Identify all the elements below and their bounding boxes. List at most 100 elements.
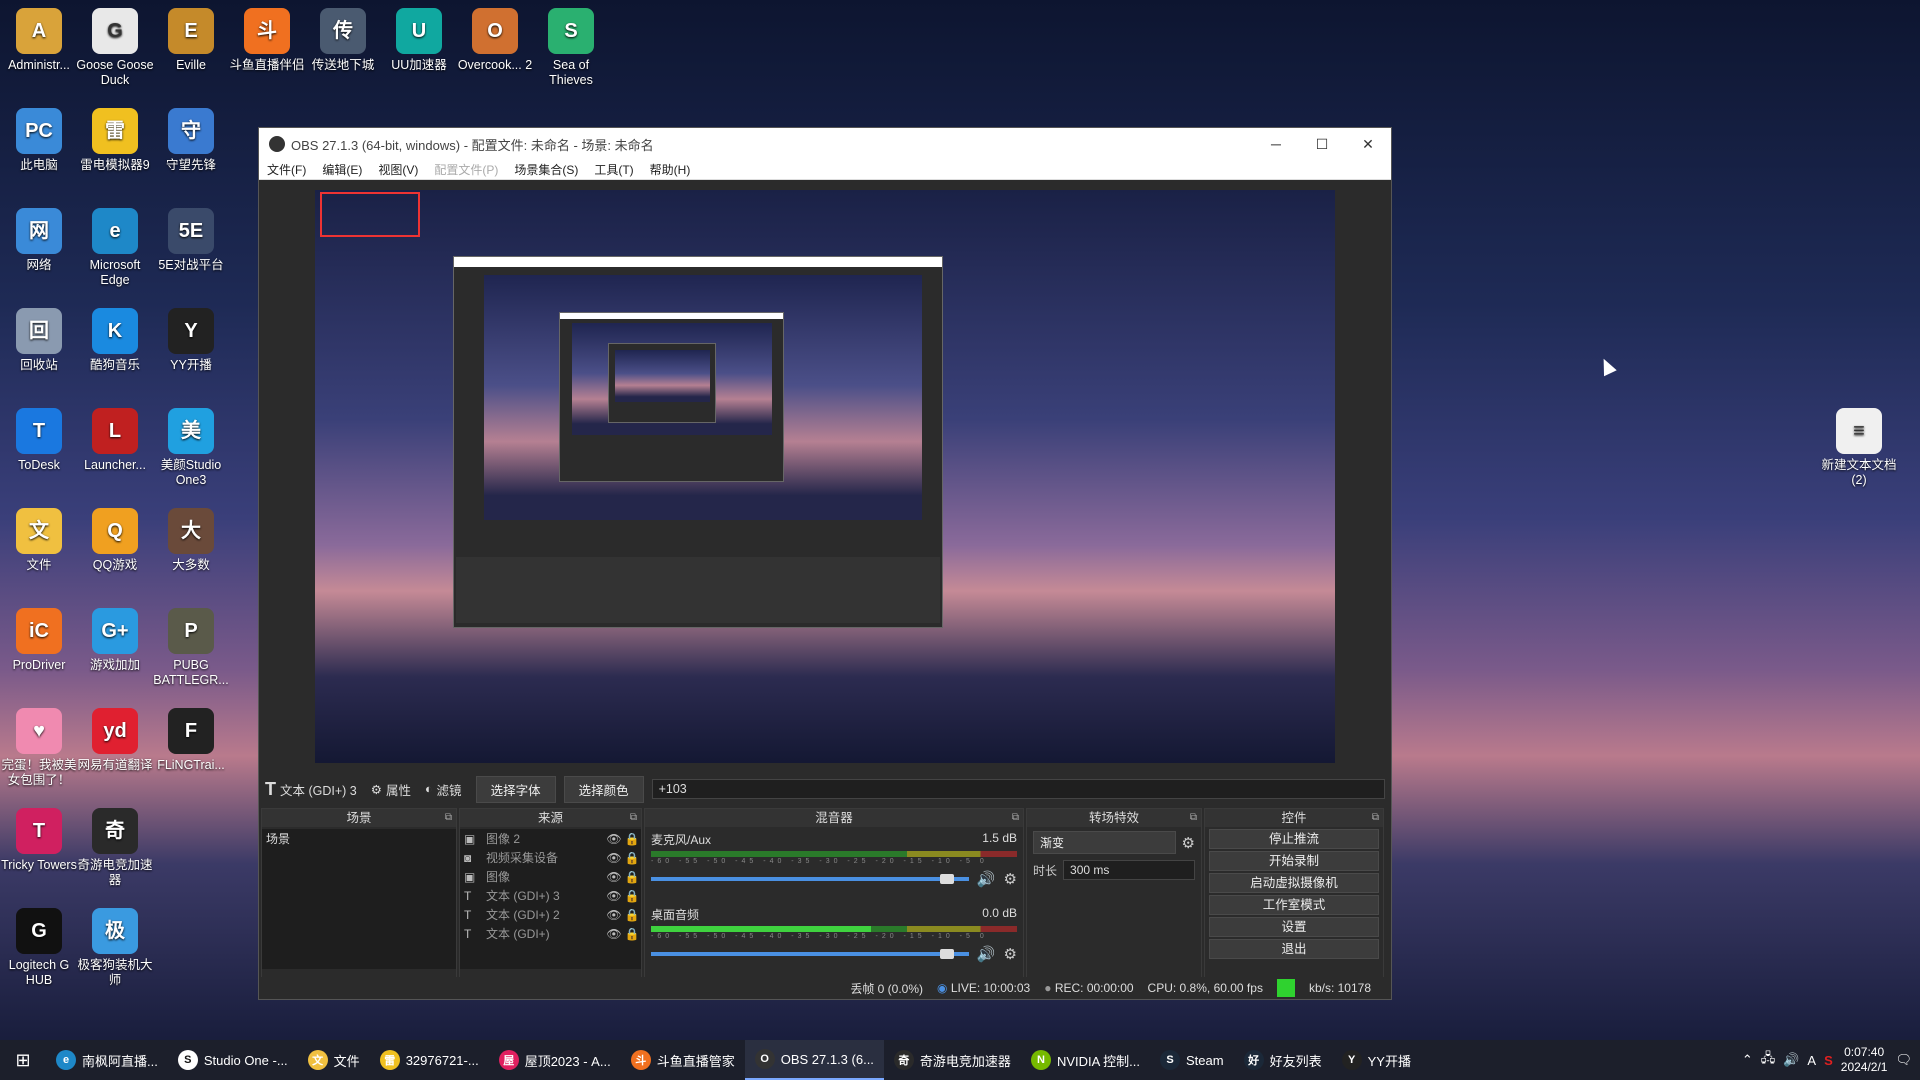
- taskbar-item[interactable]: O OBS 27.1.3 (6...: [744, 1040, 884, 1080]
- scenes-list[interactable]: 场景: [262, 829, 456, 969]
- menu-item[interactable]: 帮助(H): [642, 161, 699, 178]
- lock-icon[interactable]: 🔒: [623, 870, 641, 884]
- scene-item[interactable]: 场景: [262, 829, 456, 848]
- lock-icon[interactable]: 🔒: [623, 927, 641, 941]
- select-color-button[interactable]: 选择颜色: [563, 775, 644, 803]
- volume-slider[interactable]: [651, 949, 969, 959]
- desktop-icon[interactable]: 网网络: [0, 208, 78, 273]
- lock-icon[interactable]: 🔒: [623, 889, 641, 903]
- obs-titlebar[interactable]: OBS 27.1.3 (64-bit, windows) - 配置文件: 未命名…: [259, 128, 1391, 160]
- taskbar-item[interactable]: 斗斗鱼直播管家: [621, 1040, 745, 1080]
- desktop-icon[interactable]: 文文件: [0, 508, 78, 573]
- taskbar-item[interactable]: Y YY开播: [1332, 1040, 1421, 1080]
- show-hidden-icons[interactable]: ⌃: [1742, 1052, 1753, 1068]
- start-button[interactable]: ⊞: [0, 1040, 46, 1080]
- minimize-button[interactable]: ─: [1253, 128, 1299, 160]
- volume-slider[interactable]: [651, 874, 969, 884]
- desktop-icon[interactable]: 5E 5E对战平台: [152, 208, 230, 273]
- volume-icon[interactable]: 🔊: [1783, 1052, 1799, 1068]
- desktop-icon[interactable]: yd 网易有道翻译: [76, 708, 154, 773]
- taskbar-item[interactable]: S Studio One -...: [168, 1040, 298, 1080]
- desktop-icon[interactable]: O Overcook... 2: [456, 8, 534, 73]
- notification-icon[interactable]: 🗨: [1895, 1052, 1912, 1068]
- start-virtual-camera-button[interactable]: 启动虚拟摄像机: [1209, 873, 1379, 893]
- desktop-icon[interactable]: 大大多数: [152, 508, 230, 573]
- lock-icon[interactable]: 🔒: [623, 832, 641, 846]
- duration-input[interactable]: 300 ms: [1063, 860, 1195, 880]
- undock-icon[interactable]: ⧉: [445, 809, 452, 827]
- taskbar-item[interactable]: 好好友列表: [1234, 1040, 1332, 1080]
- taskbar-item[interactable]: e 南枫阿直播...: [46, 1040, 168, 1080]
- selected-source-outline[interactable]: [320, 192, 420, 237]
- desktop-icon[interactable]: Q QQ游戏: [76, 508, 154, 573]
- network-icon[interactable]: 🖧: [1761, 1049, 1776, 1071]
- exit-button[interactable]: 退出: [1209, 939, 1379, 959]
- taskbar-item[interactable]: S Steam: [1150, 1040, 1234, 1080]
- menu-item[interactable]: 配置文件(P): [426, 161, 506, 178]
- stop-streaming-button[interactable]: 停止推流: [1209, 829, 1379, 849]
- desktop-icon[interactable]: U UU加速器: [380, 8, 458, 73]
- taskbar-item[interactable]: 雷 32976721-...: [370, 1040, 489, 1080]
- properties-button[interactable]: ⚙ 属性: [371, 780, 411, 799]
- ime-indicator[interactable]: A: [1807, 1053, 1816, 1068]
- desktop-icon[interactable]: 守守望先锋: [152, 108, 230, 173]
- menu-item[interactable]: 文件(F): [259, 161, 314, 178]
- speaker-icon[interactable]: 🔊: [977, 870, 996, 888]
- desktop-icon[interactable]: PC 此电脑: [0, 108, 78, 173]
- desktop-icon[interactable]: G Goose Goose Duck: [76, 8, 154, 88]
- studio-mode-button[interactable]: 工作室模式: [1209, 895, 1379, 915]
- gear-icon[interactable]: ⚙: [1004, 945, 1017, 963]
- obs-preview[interactable]: [315, 190, 1335, 763]
- start-recording-button[interactable]: 开始录制: [1209, 851, 1379, 871]
- source-item[interactable]: T 文本 (GDI+) 3 👁 🔒: [460, 886, 641, 905]
- eye-icon[interactable]: 👁: [605, 927, 623, 941]
- desktop-icon[interactable]: E Eville: [152, 8, 230, 73]
- desktop-icon[interactable]: Y YY开播: [152, 308, 230, 373]
- settings-button[interactable]: 设置: [1209, 917, 1379, 937]
- source-item[interactable]: ▣ 图像 2 👁 🔒: [460, 829, 641, 848]
- filters-button[interactable]: ◐ 滤镜: [425, 780, 462, 799]
- undock-icon[interactable]: ⧉: [1372, 809, 1379, 827]
- source-item[interactable]: ▣ 图像 👁 🔒: [460, 867, 641, 886]
- taskbar-item[interactable]: 文文件: [298, 1040, 370, 1080]
- lock-icon[interactable]: 🔒: [623, 908, 641, 922]
- eye-icon[interactable]: 👁: [605, 870, 623, 884]
- clock[interactable]: 0:07:40 2024/2/1: [1841, 1045, 1888, 1075]
- menu-item[interactable]: 工具(T): [586, 161, 641, 178]
- menu-item[interactable]: 视图(V): [370, 161, 426, 178]
- source-item[interactable]: ◙ 视频采集设备 👁 🔒: [460, 848, 641, 867]
- desktop-icon[interactable]: T ToDesk: [0, 408, 78, 473]
- desktop-icon[interactable]: e Microsoft Edge: [76, 208, 154, 288]
- desktop-icon[interactable]: 传传送地下城: [304, 8, 382, 73]
- desktop-icon[interactable]: T Tricky Towers: [0, 808, 78, 873]
- lock-icon[interactable]: 🔒: [623, 851, 641, 865]
- menu-item[interactable]: 场景集合(S): [506, 161, 586, 178]
- transition-select[interactable]: 渐变: [1033, 831, 1176, 854]
- source-item[interactable]: T 文本 (GDI+) 👁 🔒: [460, 924, 641, 943]
- maximize-button[interactable]: ☐: [1299, 128, 1345, 160]
- desktop-icon[interactable]: ♥ 完蛋！我被美女包围了！: [0, 708, 78, 788]
- desktop-icon[interactable]: 雷雷电模拟器9: [76, 108, 154, 173]
- taskbar-item[interactable]: 奇奇游电竞加速器: [884, 1040, 1021, 1080]
- text-content-field[interactable]: +103: [651, 779, 1385, 799]
- desktop-icon[interactable]: 斗斗鱼直播伴侣: [228, 8, 306, 73]
- sogou-ime-icon[interactable]: S: [1824, 1053, 1833, 1068]
- desktop-icon[interactable]: F FLiNGTrai...: [152, 708, 230, 773]
- desktop-icon[interactable]: A Administr...: [0, 8, 78, 73]
- taskbar-item[interactable]: N NVIDIA 控制...: [1021, 1040, 1150, 1080]
- menu-item[interactable]: 编辑(E): [314, 161, 370, 178]
- desktop-icon[interactable]: L Launcher...: [76, 408, 154, 473]
- desktop-icon[interactable]: 极极客狗装机大师: [76, 908, 154, 988]
- desktop-icon[interactable]: K 酷狗音乐: [76, 308, 154, 373]
- desktop-icon[interactable]: 回回收站: [0, 308, 78, 373]
- desktop-icon[interactable]: 美美颜Studio One3: [152, 408, 230, 488]
- undock-icon[interactable]: ⧉: [630, 809, 637, 827]
- gear-icon[interactable]: ⚙: [1004, 870, 1017, 888]
- eye-icon[interactable]: 👁: [605, 889, 623, 903]
- taskbar-item[interactable]: 屋屋顶2023 - A...: [489, 1040, 621, 1080]
- eye-icon[interactable]: 👁: [605, 851, 623, 865]
- gear-icon[interactable]: ⚙: [1182, 834, 1195, 852]
- desktop-icon[interactable]: G Logitech G HUB: [0, 908, 78, 988]
- undock-icon[interactable]: ⧉: [1012, 809, 1019, 827]
- desktop-icon[interactable]: 奇奇游电竞加速器: [76, 808, 154, 888]
